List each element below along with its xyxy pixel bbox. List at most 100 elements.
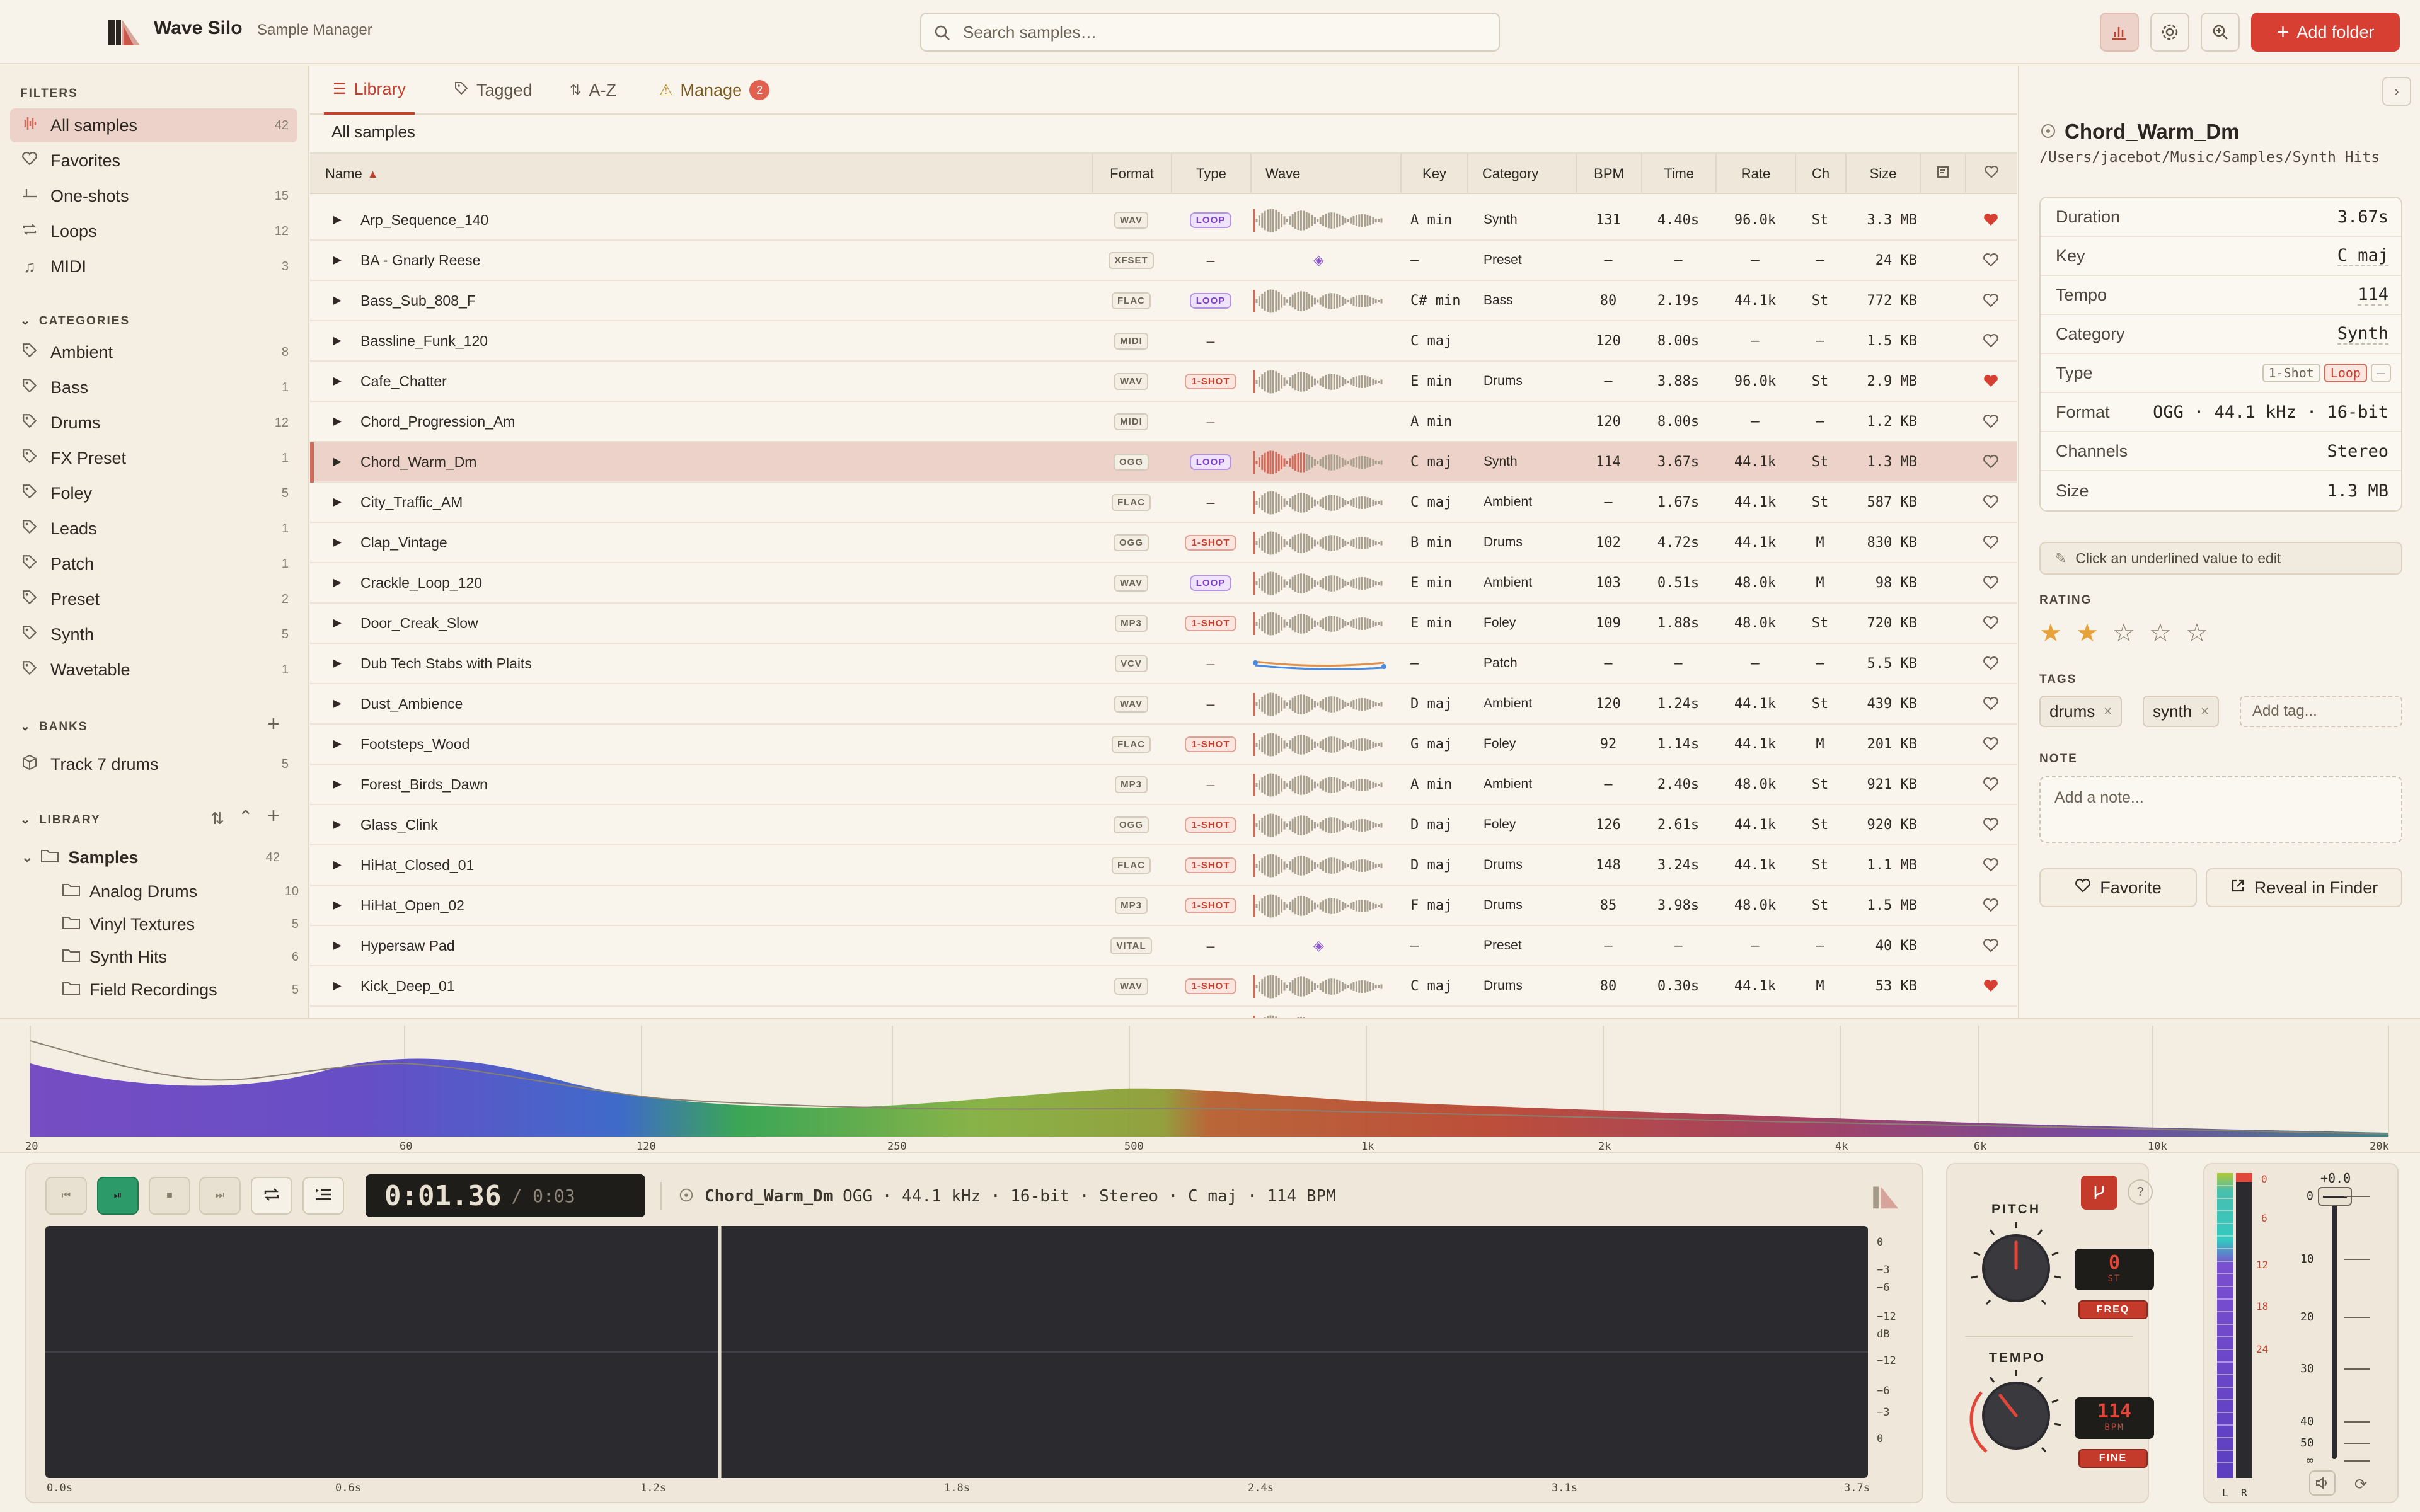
play-row-icon[interactable]: ▶ (333, 898, 342, 912)
col-size[interactable]: Size (1845, 154, 1920, 194)
favorite-toggle[interactable] (1965, 684, 2017, 723)
play-row-icon[interactable]: ▶ (333, 374, 342, 387)
favorite-toggle[interactable] (1965, 724, 2017, 764)
favorite-toggle[interactable] (1965, 886, 2017, 925)
library-folder[interactable]: Field Recordings 5 (62, 974, 299, 1005)
rating-star-icon[interactable]: ☆ (2149, 619, 2172, 648)
table-row[interactable]: ▶ Cafe_Chatter WAV 1-SHOT E min Drums – 3.88s 96… (310, 362, 2017, 402)
col-ch[interactable]: Ch (1795, 154, 1845, 194)
library-root-samples[interactable]: ⌄ Samples 42 (21, 842, 299, 873)
play-row-icon[interactable]: ▶ (333, 616, 342, 629)
play-row-icon[interactable]: ▶ (333, 455, 342, 468)
table-row[interactable]: ▶ Chord_Warm_Dm OGG LOOP C maj Synth 114 3.67s 4… (310, 442, 2017, 483)
favorite-toggle[interactable] (1965, 281, 2017, 320)
next-button[interactable]: ⏭ (199, 1177, 241, 1215)
note-input[interactable] (2039, 776, 2402, 843)
sort-icon[interactable]: ⇅ (210, 809, 224, 828)
reveal-in-finder-button[interactable]: Reveal in Finder (2206, 868, 2402, 907)
play-row-icon[interactable]: ▶ (333, 495, 342, 508)
favorite-toggle[interactable] (1965, 926, 2017, 965)
table-row[interactable]: ▶ Arp_Sequence_140 WAV LOOP A min Synth 131 4.4… (310, 200, 2017, 241)
wave-cell[interactable] (1253, 886, 1395, 925)
category-item-bass[interactable]: Bass 1 (10, 370, 297, 404)
play-row-icon[interactable]: ▶ (333, 777, 342, 791)
add-tag-input[interactable] (2240, 696, 2402, 727)
wave-cell[interactable] (1253, 281, 1395, 320)
favorite-toggle[interactable] (1965, 321, 2017, 360)
playlist-button[interactable] (302, 1177, 344, 1215)
wave-cell[interactable] (1253, 966, 1395, 1005)
tab-library[interactable]: ☰ Library (324, 66, 415, 115)
favorite-toggle[interactable] (1965, 402, 2017, 441)
waveform-view[interactable] (45, 1226, 1868, 1478)
type-option-none[interactable]: – (2370, 364, 2391, 382)
table-row[interactable]: ▶ Footsteps_Wood FLAC 1-SHOT G maj Foley 92 1.1… (310, 724, 2017, 765)
tempo-knob[interactable] (1968, 1367, 2065, 1464)
table-row[interactable]: ▶ Door_Creak_Slow MP3 1-SHOT E min Foley 109 1.… (310, 604, 2017, 644)
favorite-toggle[interactable] (1965, 845, 2017, 885)
col-type[interactable]: Type (1171, 154, 1250, 194)
wave-cell[interactable] (1253, 604, 1395, 643)
table-row[interactable]: ▶ Glass_Clink OGG 1-SHOT D maj Foley 126 2.61s 4… (310, 805, 2017, 845)
library-folder[interactable]: Vinyl Textures 5 (62, 908, 299, 940)
favorite-button[interactable]: Favorite (2039, 868, 2197, 907)
zoom-button[interactable] (2201, 13, 2240, 52)
rating-star-icon[interactable]: ☆ (2112, 619, 2135, 648)
play-row-icon[interactable]: ▶ (333, 979, 342, 992)
key-value-editable[interactable]: C maj (2337, 246, 2388, 266)
freq-button[interactable]: FREQ (2078, 1300, 2148, 1319)
wave-cell[interactable] (1253, 644, 1395, 683)
banks-heading[interactable]: ⌄ BANKS (20, 719, 88, 734)
table-row[interactable]: ▶ Kick_Deep_01 WAV 1-SHOT C maj Drums 80 0.30s 4… (310, 966, 2017, 1007)
table-row[interactable]: ▶ Chord_Progression_Am MIDI – A min 120 8.00s –… (310, 402, 2017, 442)
loop-toggle-button[interactable] (251, 1177, 292, 1215)
col-favorite[interactable] (1965, 154, 2017, 194)
table-row[interactable]: ▶ Clap_Vintage OGG 1-SHOT B min Drums 102 4.72s… (310, 523, 2017, 563)
table-row[interactable]: ▶ Bassline_Funk_120 MIDI – C maj 120 8.00s – – 1.… (310, 321, 2017, 362)
category-item-leads[interactable]: Leads 1 (10, 512, 297, 546)
type-option-1shot[interactable]: 1-Shot (2262, 364, 2320, 382)
library-folder[interactable]: Synth Hits 6 (62, 941, 299, 973)
col-rate[interactable]: Rate (1715, 154, 1795, 194)
table-row[interactable]: ▶ HiHat_Open_02 MP3 1-SHOT F maj Drums 85 3.98s… (310, 886, 2017, 926)
col-name[interactable]: Name ▲ (310, 154, 1092, 194)
favorite-toggle[interactable] (1965, 805, 2017, 844)
add-folder-button[interactable]: + Add folder (2251, 13, 2400, 52)
wave-cell[interactable] (1253, 483, 1395, 522)
favorite-toggle[interactable] (1965, 765, 2017, 804)
table-row[interactable]: ▶ Forest_Birds_Dawn MP3 – A min Ambient – 2.40s… (310, 765, 2017, 805)
play-row-icon[interactable]: ▶ (333, 415, 342, 428)
favorite-toggle[interactable] (1965, 442, 2017, 481)
wave-cell[interactable] (1253, 805, 1395, 844)
category-item-fx-preset[interactable]: FX Preset 1 (10, 441, 297, 475)
play-row-icon[interactable]: ▶ (333, 294, 342, 307)
play-row-icon[interactable]: ▶ (333, 213, 342, 226)
pitch-knob[interactable] (1968, 1220, 2065, 1317)
mute-button[interactable] (2309, 1470, 2336, 1496)
play-row-icon[interactable]: ▶ (333, 656, 342, 670)
tab-a-z[interactable]: ⇅ A-Z (561, 66, 625, 115)
wave-cell[interactable] (1253, 362, 1395, 401)
wave-cell[interactable] (1253, 442, 1395, 481)
wave-cell[interactable] (1253, 724, 1395, 764)
favorite-toggle[interactable] (1965, 523, 2017, 562)
favorite-toggle[interactable] (1965, 563, 2017, 602)
stop-button[interactable]: ■ (149, 1177, 190, 1215)
favorite-toggle[interactable] (1965, 644, 2017, 683)
table-row[interactable]: ▶ Bass_Sub_808_F FLAC LOOP C# min Bass 80 2.19s… (310, 281, 2017, 321)
tab-tagged[interactable]: Tagged (445, 66, 541, 115)
search-input[interactable] (963, 14, 1486, 50)
category-item-synth[interactable]: Synth 5 (10, 617, 297, 651)
category-item-preset[interactable]: Preset 2 (10, 582, 297, 616)
type-option-loop[interactable]: Loop (2324, 364, 2367, 382)
wave-cell[interactable] (1253, 684, 1395, 723)
play-row-icon[interactable]: ▶ (333, 536, 342, 549)
wave-cell[interactable] (1253, 1007, 1395, 1018)
stats-button[interactable] (2100, 13, 2139, 52)
category-item-foley[interactable]: Foley 5 (10, 476, 297, 510)
table-row[interactable]: ▶ Dust_Ambience WAV – D maj Ambient 120 1.24s 44… (310, 684, 2017, 724)
table-row[interactable]: ▶ BA - Gnarly Reese XFSET – ◈ – Preset – – – – 24 K… (310, 241, 2017, 281)
add-bank-icon[interactable]: + (267, 712, 280, 736)
wave-cell[interactable] (1253, 845, 1395, 885)
play-row-icon[interactable]: ▶ (333, 818, 342, 831)
